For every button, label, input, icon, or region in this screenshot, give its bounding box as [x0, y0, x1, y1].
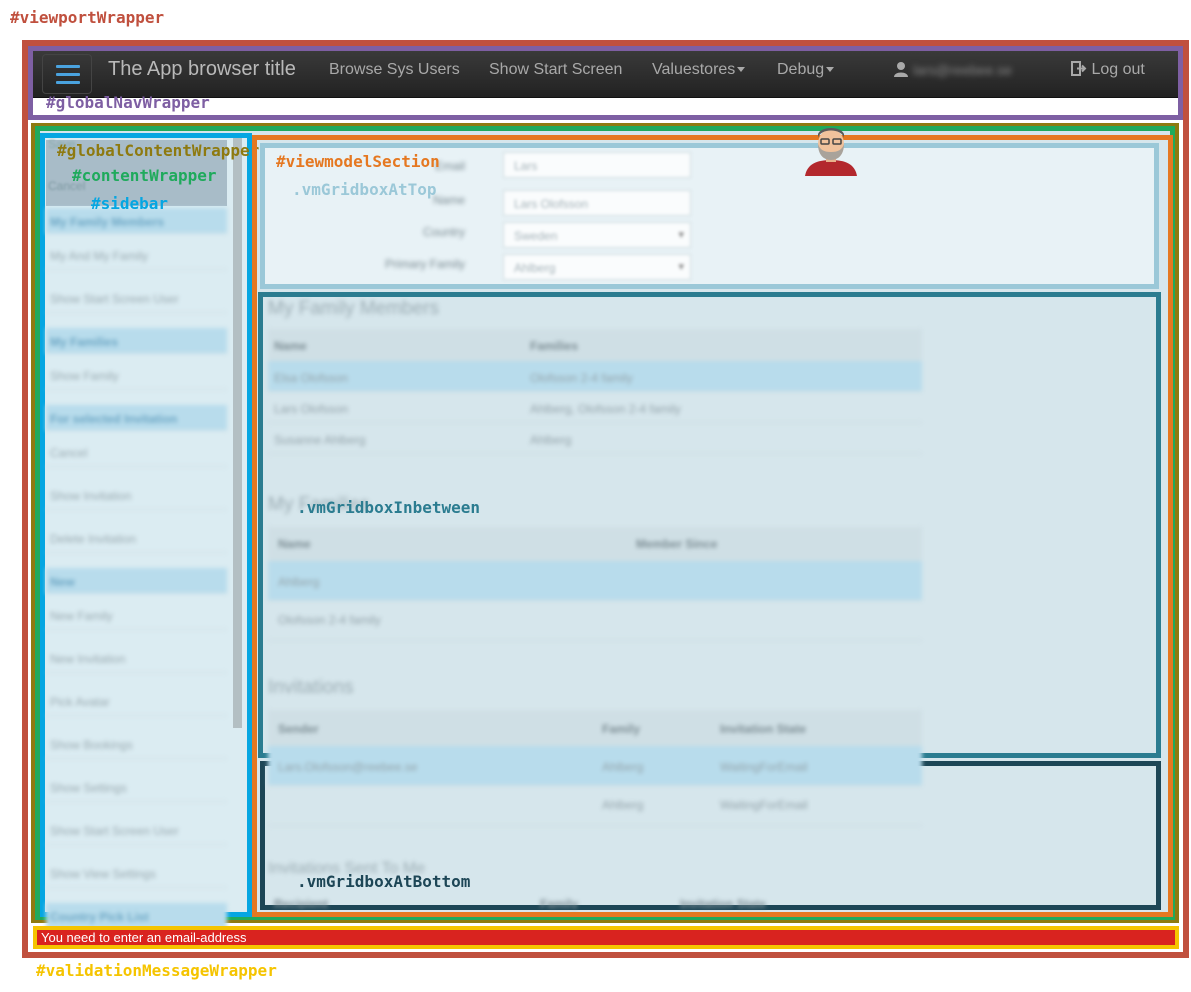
nav-valuestores-label: Valuestores	[652, 61, 736, 78]
sidebar-item[interactable]: Show View Settings	[46, 860, 227, 888]
primary-family-label: Primary Family	[385, 257, 465, 271]
table-cell: Olofsson 2-4 family	[278, 613, 381, 627]
nav-user-email[interactable]: lars@reebee.se	[913, 62, 1012, 78]
table-cell: Ahlberg	[530, 433, 572, 447]
column-header[interactable]: Name	[278, 537, 311, 551]
sidebar-group-header[interactable]: My Families	[46, 328, 227, 354]
table-row[interactable]: Olofsson 2-4 family	[268, 601, 922, 641]
sidebar-item[interactable]: Show Start Screen User	[46, 285, 227, 313]
table-row[interactable]: Lars.Olofsson@reebee.se Ahlberg WaitingF…	[268, 746, 922, 786]
sidebar-item[interactable]: Show Start Screen User	[46, 817, 227, 845]
column-header[interactable]: Recipient	[274, 897, 328, 909]
column-header[interactable]: Name	[274, 339, 307, 353]
table-header: Name Families	[268, 329, 922, 361]
nav-valuestores-menu[interactable]: Valuestores	[652, 61, 746, 79]
table-row[interactable]: Susanne Ahlberg Ahlberg	[268, 423, 922, 454]
sidebar-item[interactable]: Delete Invitation	[46, 525, 227, 553]
table-header: Sender Family Invitation State	[268, 710, 922, 746]
anno-grid-bottom: .vmGridboxAtBottom	[297, 872, 471, 891]
nav-show-start-screen[interactable]: Show Start Screen	[489, 61, 622, 79]
column-header[interactable]: Member Since	[636, 537, 717, 551]
table-cell: Olofsson 2-4 family	[530, 371, 633, 385]
anno-global-nav: #globalNavWrapper	[46, 93, 210, 112]
nav-debug-menu[interactable]: Debug	[777, 61, 835, 79]
sidebar-item[interactable]: Cancel	[46, 439, 227, 467]
table-header: Name Member Since	[268, 527, 922, 561]
email-field[interactable]: Lars	[503, 152, 691, 178]
logout-label: Log out	[1091, 61, 1145, 78]
country-label: Country	[422, 225, 465, 239]
anno-viewport: #viewportWrapper	[10, 8, 165, 27]
hamburger-icon[interactable]	[42, 54, 92, 94]
nav-brand[interactable]: The App browser title	[108, 58, 296, 81]
table-cell: Elsa Olofsson	[274, 371, 349, 385]
anno-global-content: #globalContentWrapper	[57, 141, 260, 160]
families-table: Name Member Since Ahlberg Olofsson 2-4 f…	[268, 527, 922, 641]
nav-browse-sys-users[interactable]: Browse Sys Users	[329, 61, 460, 79]
column-header[interactable]: Invitation State	[720, 722, 806, 736]
table-row[interactable]: Ahlberg	[268, 561, 922, 601]
logout-link[interactable]: Log out	[1071, 61, 1145, 79]
family-members-table: Name Families Elsa Olofsson Olofsson 2-4…	[268, 329, 922, 454]
column-header[interactable]: Family	[602, 722, 640, 736]
anno-validation: #validationMessageWrapper	[36, 961, 277, 980]
sidebar-item[interactable]: Show Bookings	[46, 731, 227, 759]
sidebar-item[interactable]: New Family	[46, 602, 227, 630]
anno-sidebar: #sidebar	[91, 194, 169, 213]
anno-grid-top: .vmGridboxAtTop	[292, 180, 437, 199]
invitations-table: Sender Family Invitation State Lars.Olof…	[268, 710, 922, 826]
sidebar-group-header[interactable]: For selected Invitation	[46, 405, 227, 431]
table-row[interactable]: Ahlberg WaitingForEmail	[268, 786, 922, 826]
sidebar-scrollbar[interactable]	[233, 138, 242, 728]
sidebar-group-header[interactable]: New	[46, 568, 227, 594]
table-cell: WaitingForEmail	[720, 760, 808, 774]
nav-debug-label: Debug	[777, 61, 825, 78]
user-icon	[894, 62, 908, 77]
column-header[interactable]: Families	[530, 339, 578, 353]
primary-family-select[interactable]: Ahlberg	[503, 254, 691, 280]
table-cell: Ahlberg	[602, 760, 644, 774]
name-field[interactable]: Lars Olofsson	[503, 190, 691, 216]
invitations-title: Invitations	[268, 677, 354, 698]
table-row[interactable]: Lars Olofsson Ahlberg, Olofsson 2-4 fami…	[268, 392, 922, 423]
invitations-sent-table: Recipient Family Invitation State	[268, 895, 922, 909]
avatar[interactable]	[803, 126, 859, 176]
table-row[interactable]: Elsa Olofsson Olofsson 2-4 family	[268, 361, 922, 392]
table-cell: Susanne Ahlberg	[274, 433, 366, 447]
sidebar-item[interactable]: Show Settings	[46, 774, 227, 802]
caret-down-icon	[826, 67, 835, 73]
table-header: Recipient Family Invitation State	[268, 895, 922, 909]
table-cell: WaitingForEmail	[720, 798, 808, 812]
caret-down-icon	[737, 67, 746, 73]
anno-content: #contentWrapper	[72, 166, 217, 185]
country-select[interactable]: Sweden	[503, 222, 691, 248]
sidebar-item[interactable]: New Invitation	[46, 645, 227, 673]
sidebar-item[interactable]: Pick Avatar	[46, 688, 227, 716]
family-members-title: My Family Members	[268, 298, 440, 319]
table-cell: Lars Olofsson	[274, 402, 349, 416]
column-header[interactable]: Invitation State	[680, 897, 766, 909]
sidebar-item[interactable]: Show Invitation	[46, 482, 227, 510]
validation-message: You need to enter an email-address	[37, 930, 1175, 945]
table-cell: Ahlberg	[278, 575, 320, 589]
column-header[interactable]: Sender	[278, 722, 319, 736]
table-cell: Ahlberg, Olofsson 2-4 family	[530, 402, 681, 416]
anno-viewmodel: #viewmodelSection	[276, 152, 440, 171]
table-cell: Ahlberg	[602, 798, 644, 812]
anno-grid-between: .vmGridboxInbetween	[297, 498, 481, 517]
sidebar-item[interactable]: Show Family	[46, 362, 227, 390]
table-cell: Lars.Olofsson@reebee.se	[278, 760, 418, 774]
sidebar-item[interactable]: My And My Family	[46, 242, 227, 270]
logout-icon	[1071, 61, 1087, 76]
column-header[interactable]: Family	[540, 897, 578, 909]
